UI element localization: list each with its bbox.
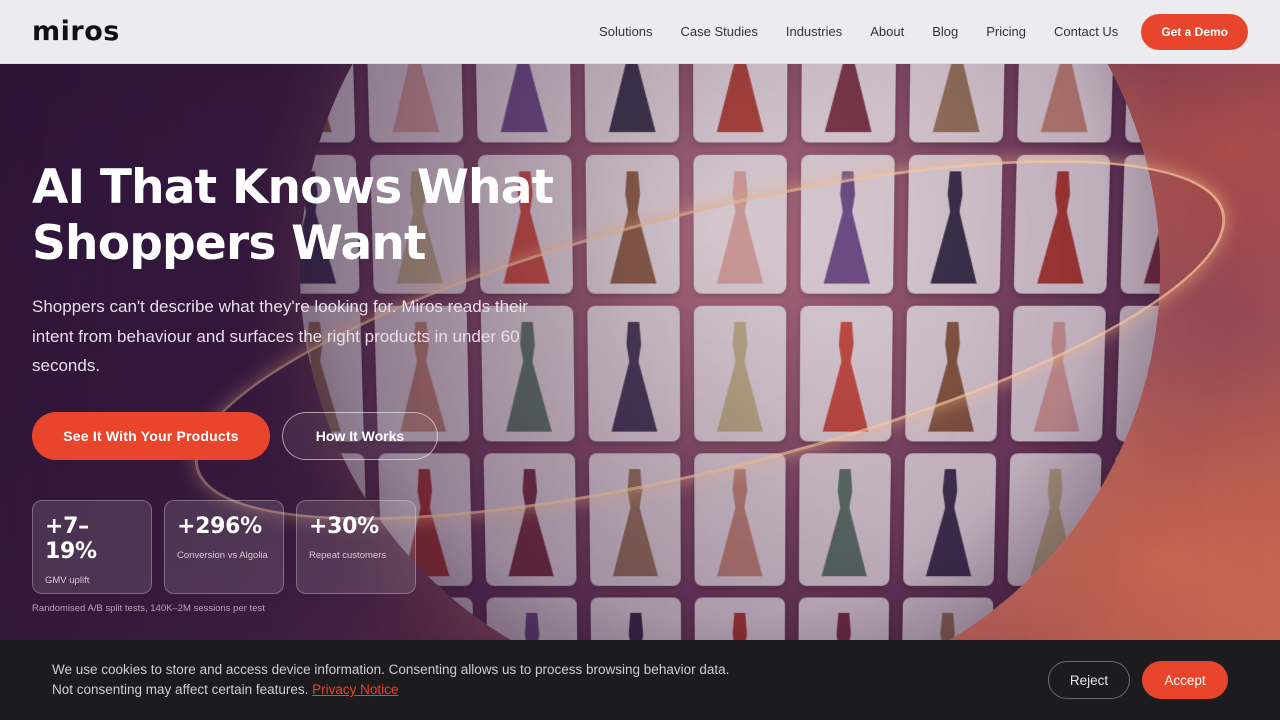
nav-item-about[interactable]: About	[870, 24, 904, 39]
hero-title-line-1: AI That Knows What	[32, 160, 554, 215]
cookie-banner: We use cookies to store and access devic…	[0, 640, 1280, 720]
stat-value: +296%	[177, 514, 262, 539]
stats-row: +7–19% GMV uplift +296% Conversion vs Al…	[32, 500, 428, 594]
miros-logo[interactable]: miros	[32, 16, 120, 47]
accept-cookies-button[interactable]: Accept	[1142, 661, 1228, 699]
nav-item-blog[interactable]: Blog	[932, 24, 958, 39]
nav-item-contact-us[interactable]: Contact Us	[1054, 24, 1118, 39]
hero-title: AI That Knows What Shoppers Want	[32, 160, 592, 272]
hero-title-line-2: Shoppers Want	[32, 216, 427, 271]
stat-label: GMV uplift	[45, 575, 90, 586]
stat-value: +7–19%	[45, 514, 97, 564]
reject-cookies-button[interactable]: Reject	[1048, 661, 1130, 699]
stat-card-conversion: +296% Conversion vs Algolia	[164, 500, 284, 594]
how-it-works-button[interactable]: How It Works	[282, 412, 438, 460]
get-a-demo-button[interactable]: Get a Demo	[1141, 13, 1248, 50]
stat-card-gmv: +7–19% GMV uplift	[32, 500, 152, 594]
cookie-message: We use cookies to store and access devic…	[52, 660, 732, 700]
privacy-notice-link[interactable]: Privacy Notice	[312, 682, 398, 697]
cookie-actions: Reject Accept	[1048, 661, 1228, 699]
stat-label: Conversion vs Algolia	[177, 550, 268, 561]
nav-item-industries[interactable]: Industries	[786, 24, 842, 39]
nav-item-case-studies[interactable]: Case Studies	[681, 24, 758, 39]
nav-item-solutions[interactable]: Solutions	[599, 24, 652, 39]
stat-label: Repeat customers	[309, 550, 387, 561]
see-it-with-your-products-button[interactable]: See It With Your Products	[32, 412, 270, 460]
stats-footnote: Randomised A/B split tests, 140K–2M sess…	[32, 603, 265, 614]
nav-item-pricing[interactable]: Pricing	[986, 24, 1026, 39]
stat-card-repeat-customers: +30% Repeat customers	[296, 500, 416, 594]
site-header: miros Solutions Case Studies Industries …	[0, 0, 1280, 64]
stat-value: +30%	[309, 514, 379, 539]
hero-subtitle: Shoppers can't describe what they're loo…	[32, 297, 528, 375]
main-nav: Solutions Case Studies Industries About …	[599, 13, 1248, 50]
